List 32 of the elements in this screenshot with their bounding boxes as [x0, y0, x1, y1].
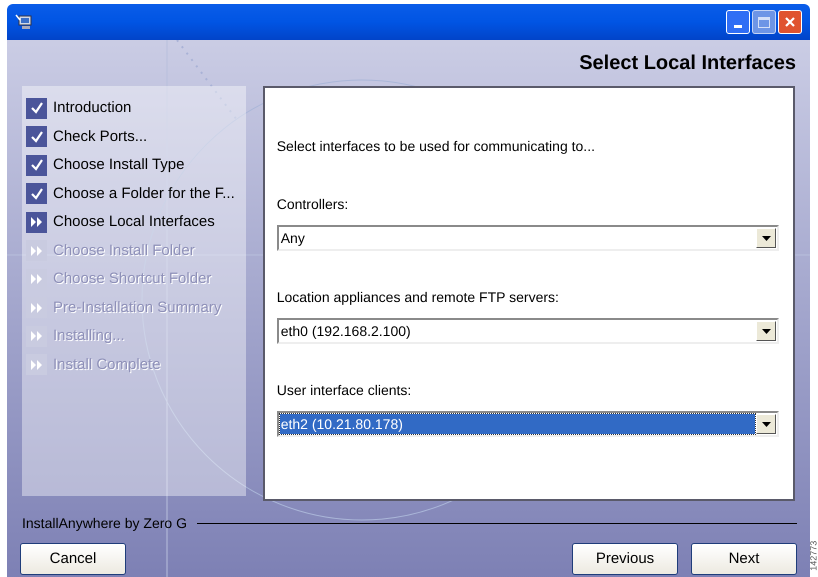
step-label: Choose Local Interfaces [53, 212, 215, 232]
cancel-button[interactable]: Cancel [20, 543, 126, 575]
step-label: Pre-Installation Summary [53, 298, 222, 318]
maximize-button[interactable] [752, 10, 776, 34]
figure-number: 142773 [807, 540, 818, 572]
interface-dropdown[interactable]: Any [276, 225, 779, 251]
field-label: User interface clients: [276, 381, 412, 400]
interface-dropdown[interactable]: eth0 (192.168.2.100) [276, 318, 779, 344]
field-label: Location appliances and remote FTP servers: [276, 288, 560, 307]
step-label: Choose Shortcut Folder [53, 269, 212, 289]
page-heading: Select Local Interfaces [579, 51, 796, 76]
step-label: Installing... [53, 326, 125, 346]
minimize-button[interactable] [726, 10, 750, 34]
checkmark-icon [26, 183, 47, 204]
step-label: Choose Install Type [53, 155, 184, 175]
interface-dropdown[interactable]: eth2 (10.21.80.178) [276, 411, 779, 437]
checkmark-icon [26, 154, 47, 176]
step-label: Introduction [53, 98, 132, 118]
close-button[interactable] [778, 10, 802, 34]
close-icon [784, 16, 796, 28]
previous-button[interactable]: Previous [572, 543, 678, 575]
step-label: Check Ports... [53, 126, 148, 146]
step-label: Choose Install Folder [53, 240, 195, 260]
step-label: Install Complete [53, 354, 161, 374]
vendor-label: InstallAnywhere by Zero G [22, 514, 187, 533]
step-label: Choose a Folder for the F... [53, 184, 235, 204]
field-label: Controllers: [276, 195, 350, 214]
next-button[interactable]: Next [691, 543, 797, 575]
checkmark-icon [26, 126, 47, 148]
instruction-text: Select interfaces to be used for communicating to... [276, 137, 596, 156]
computer-icon [15, 14, 33, 30]
checkmark-icon [26, 98, 47, 119]
